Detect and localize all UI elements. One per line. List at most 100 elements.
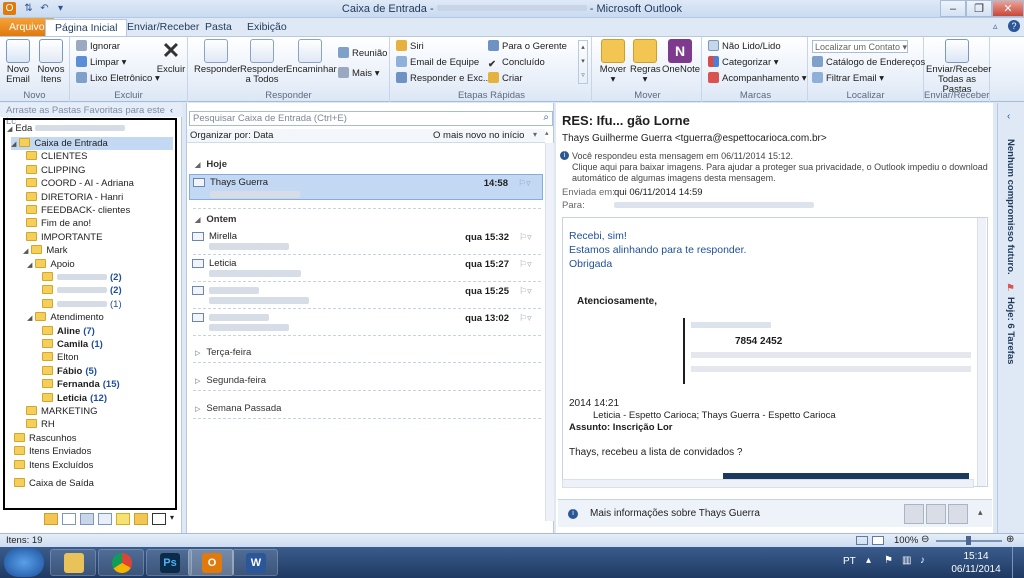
zoom-slider-thumb[interactable] bbox=[966, 536, 971, 545]
list-scroll-up-icon[interactable]: ▴ bbox=[545, 129, 549, 137]
message-from[interactable]: Thays Guilherme Guerra <tguerra@espettoc… bbox=[562, 133, 827, 144]
no-appointments-text[interactable]: Nenhum compromisso futuro. bbox=[1005, 139, 1016, 275]
configure-buttons-icon[interactable]: ▾ bbox=[170, 513, 174, 522]
tab-enviar-receber[interactable]: Enviar/Receber bbox=[118, 19, 208, 36]
folder-item[interactable]: Itens Enviados bbox=[11, 445, 94, 458]
folder-item[interactable]: COORD - AI - Adriana bbox=[23, 177, 137, 190]
onenote-button[interactable]: N OneNote bbox=[662, 39, 700, 75]
folder-item[interactable]: Camila (1) bbox=[39, 338, 103, 351]
catalogo-enderecos-button[interactable]: Catálogo de Endereços bbox=[812, 56, 925, 70]
message-item[interactable]: Leticia qua 15:27 ⚐▿ bbox=[189, 256, 543, 282]
normal-view-icon[interactable] bbox=[856, 536, 868, 545]
folder-item[interactable]: CLIENTES bbox=[23, 150, 90, 163]
help-icon[interactable]: ? bbox=[1008, 20, 1020, 32]
quickstep-siri[interactable]: Siri bbox=[396, 40, 424, 54]
responder-button[interactable]: Responder bbox=[194, 39, 240, 75]
folder-item[interactable]: DIRETORIA - Hanri bbox=[23, 191, 126, 204]
reuniao-button[interactable]: Reunião bbox=[338, 47, 387, 61]
taskbar-explorer[interactable] bbox=[50, 549, 96, 576]
notes-nav-icon[interactable] bbox=[116, 513, 130, 525]
account-header[interactable]: ◢ Eda bbox=[7, 122, 125, 135]
expand-icon[interactable]: ◢ bbox=[23, 248, 28, 255]
excluir-button[interactable]: ✕ Excluir bbox=[156, 39, 186, 75]
quickstep-para-gerente[interactable]: Para o Gerente bbox=[488, 40, 567, 54]
folder-item[interactable]: ◢ Mark bbox=[23, 244, 71, 257]
contact-photo[interactable] bbox=[948, 504, 968, 524]
group-terca-feira[interactable]: ▷ Terça-feira bbox=[195, 347, 251, 358]
responder-todos-button[interactable]: Responder a Todos bbox=[240, 39, 286, 85]
message-item[interactable]: qua 15:25 ⚐▿ bbox=[189, 283, 543, 309]
folder-item[interactable]: ◢ Apoio bbox=[27, 258, 78, 271]
sort-order[interactable]: O mais novo no início bbox=[433, 130, 524, 141]
info-bar[interactable]: i Você respondeu esta mensagem em 06/11/… bbox=[560, 151, 990, 187]
mais-button[interactable]: Mais ▾ bbox=[338, 67, 379, 81]
start-button[interactable] bbox=[4, 548, 44, 577]
group-segunda-feira[interactable]: ▷ Segunda-feira bbox=[195, 375, 266, 386]
flag-icon[interactable]: ⚐▿ bbox=[519, 259, 537, 269]
folder-item[interactable]: Caixa de Saída bbox=[11, 477, 97, 490]
contact-photo[interactable] bbox=[926, 504, 946, 524]
expand-todo-icon[interactable]: ‹ bbox=[1007, 111, 1010, 122]
folder-item[interactable]: Leticia (12) bbox=[39, 392, 107, 405]
flag-icon[interactable]: ⚐▿ bbox=[518, 178, 536, 188]
tab-pasta[interactable]: Pasta bbox=[196, 19, 241, 36]
contacts-nav-icon[interactable] bbox=[80, 513, 94, 525]
folder-item[interactable]: (2) bbox=[39, 284, 122, 297]
novo-email-button[interactable]: Novo Email bbox=[4, 39, 32, 85]
reading-view-icon[interactable] bbox=[872, 536, 884, 545]
folder-item[interactable]: RH bbox=[23, 418, 58, 431]
clock-date[interactable]: 06/11/2014 bbox=[950, 564, 1002, 575]
today-tasks-text[interactable]: Hoje: 6 Tarefas bbox=[1005, 297, 1016, 364]
folder-item[interactable]: Fernanda (15) bbox=[39, 378, 120, 391]
expand-icon[interactable]: ◢ bbox=[27, 315, 32, 322]
folder-item[interactable]: Fim de ano! bbox=[23, 217, 94, 230]
minimize-button[interactable]: – bbox=[940, 0, 966, 17]
lixo-eletronico-button[interactable]: Lixo Eletrônico ▾ bbox=[76, 72, 160, 86]
limpar-button[interactable]: Limpar ▾ bbox=[76, 56, 126, 70]
restore-button[interactable]: ❐ bbox=[966, 0, 992, 17]
more-info-link[interactable]: Mais informações sobre Thays Guerra bbox=[590, 508, 760, 519]
quickstep-criar[interactable]: Criar bbox=[488, 72, 523, 86]
categorizar-button[interactable]: Categorizar ▾ bbox=[708, 56, 779, 70]
collapse-nav-icon[interactable]: ‹ bbox=[170, 105, 173, 115]
taskbar-word[interactable]: W bbox=[232, 549, 278, 576]
nao-lido-lido-button[interactable]: Não Lido/Lido bbox=[708, 40, 781, 54]
zoom-level[interactable]: 100% bbox=[894, 535, 918, 546]
tab-exibicao[interactable]: Exibição bbox=[238, 19, 296, 36]
message-item[interactable]: Thays Guerra 14:58 ⚐▿ bbox=[189, 174, 543, 200]
folder-item[interactable]: IMPORTANTE bbox=[23, 231, 105, 244]
folder-item[interactable]: Fábio (5) bbox=[39, 365, 97, 378]
folders-nav-icon[interactable] bbox=[134, 513, 148, 525]
shortcuts-nav-icon[interactable] bbox=[152, 513, 166, 525]
language-indicator[interactable]: PT bbox=[843, 556, 856, 567]
folder-item[interactable]: MARKETING bbox=[23, 405, 100, 418]
taskbar-photoshop[interactable]: Ps bbox=[146, 549, 192, 576]
folder-item[interactable]: ◢ Caixa de Entrada bbox=[11, 137, 173, 150]
message-item[interactable]: Mirella qua 15:32 ⚐▿ bbox=[189, 229, 543, 255]
folder-item[interactable]: ◢ Atendimento bbox=[27, 311, 107, 324]
tray-flag-icon[interactable]: ⚑ bbox=[884, 555, 893, 566]
novos-itens-button[interactable]: Novos Itens bbox=[36, 39, 66, 85]
acompanhamento-button[interactable]: Acompanhamento ▾ bbox=[708, 72, 807, 86]
folder-item[interactable]: FEEDBACK- clientes bbox=[23, 204, 133, 217]
folder-item[interactable]: (2) bbox=[39, 271, 122, 284]
sort-by-date[interactable]: Organizar por: Data bbox=[190, 130, 273, 141]
message-body[interactable]: Recebi, sim! Estamos alinhando para te r… bbox=[562, 217, 988, 487]
tab-pagina-inicial[interactable]: Página Inicial bbox=[45, 19, 128, 36]
folder-item[interactable]: (1) bbox=[39, 298, 122, 311]
list-scrollbar[interactable] bbox=[545, 143, 554, 521]
flag-icon[interactable]: ⚐▿ bbox=[519, 232, 537, 242]
tray-network-icon[interactable]: ▥ bbox=[902, 555, 911, 566]
tasks-nav-icon[interactable] bbox=[98, 513, 112, 525]
zoom-in-icon[interactable]: ⊕ bbox=[1006, 534, 1014, 545]
group-hoje[interactable]: ◢ Hoje bbox=[195, 159, 227, 170]
sort-order-chevron-icon[interactable]: ▾ bbox=[533, 130, 537, 139]
encaminhar-button[interactable]: Encaminhar bbox=[286, 39, 337, 75]
mail-nav-icon[interactable] bbox=[44, 513, 58, 525]
clock-time[interactable]: 15:14 bbox=[950, 551, 1002, 562]
mover-button[interactable]: Mover ▾ bbox=[598, 39, 628, 85]
contact-photo[interactable] bbox=[904, 504, 924, 524]
flag-icon[interactable]: ⚐▿ bbox=[519, 286, 537, 296]
message-item[interactable]: qua 13:02 ⚐▿ bbox=[189, 310, 543, 336]
tray-expand-icon[interactable]: ▴ bbox=[866, 555, 871, 566]
